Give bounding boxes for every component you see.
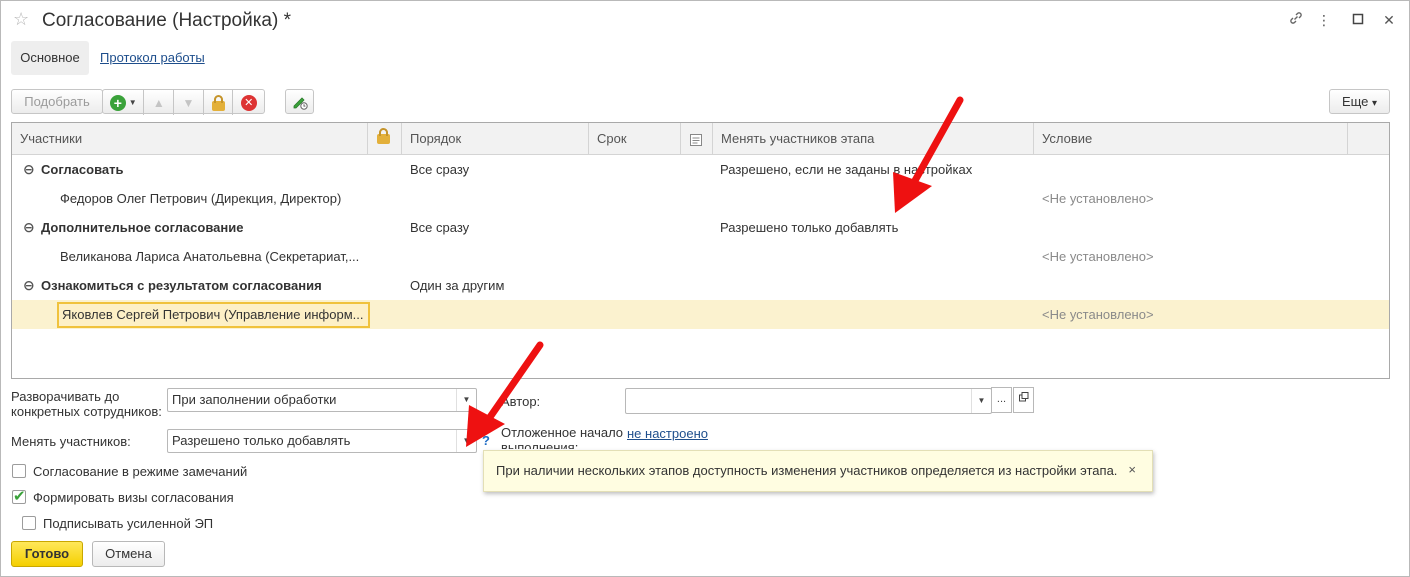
change-participants-label: Менять участников: <box>11 434 131 449</box>
more-vertical-icon[interactable]: ⋮ <box>1314 10 1334 30</box>
edit-condition-button[interactable] <box>285 89 314 114</box>
move-up-button[interactable]: ▲ <box>144 90 175 115</box>
lock-icon <box>377 128 390 144</box>
author-field[interactable]: ▼ <box>625 388 992 414</box>
participant-name: Великанова Лариса Анатольевна (Секретари… <box>60 249 360 264</box>
signature-checkbox[interactable] <box>22 516 36 530</box>
stage-name: Согласовать <box>41 162 124 177</box>
table-row[interactable]: Федоров Олег Петрович (Дирекция, Директо… <box>12 184 1389 213</box>
expand-label: Разворачивать до конкретных сотрудников: <box>11 389 162 419</box>
expand-select[interactable]: При заполнении обработки ▼ <box>167 388 477 412</box>
chevron-down-icon: ▾ <box>1372 98 1378 109</box>
collapse-icon[interactable]: ⊖ <box>23 155 35 184</box>
table-header: Участники Порядок Срок Менять участников… <box>12 123 1389 155</box>
stage-name: Ознакомиться с результатом согласования <box>41 278 322 293</box>
more-button-label: Еще <box>1341 94 1369 109</box>
info-tooltip: При наличии нескольких этапов доступност… <box>483 450 1153 492</box>
add-button[interactable]: + ▼ <box>103 90 145 115</box>
arrow-up-icon: ▲ <box>152 95 165 110</box>
pick-button[interactable]: Подобрать <box>11 89 103 114</box>
table-row[interactable]: Великанова Лариса Анатольевна (Секретари… <box>12 242 1389 271</box>
visa-checkbox[interactable] <box>12 487 26 505</box>
lock-icon <box>211 94 225 111</box>
expand-label-line1: Разворачивать до <box>11 389 120 404</box>
lock-button[interactable] <box>204 90 234 115</box>
toolbar-group: + ▼ ▲ ▼ ✕ <box>102 89 265 115</box>
visa-label[interactable]: Формировать визы согласования <box>33 490 234 505</box>
table-row[interactable]: ⊖ Ознакомиться с результатом согласовани… <box>12 271 1389 300</box>
change-participants-select[interactable]: Разрешено только добавлять ▼ <box>167 429 477 453</box>
star-icon[interactable]: ☆ <box>13 9 29 30</box>
participant-condition: <Не установлено> <box>1042 249 1154 264</box>
done-button[interactable]: Готово <box>11 541 83 567</box>
help-icon[interactable]: ? <box>482 433 490 448</box>
chevron-down-icon[interactable]: ▼ <box>456 389 476 411</box>
table-row-selected[interactable]: Яковлев Сергей Петрович (Управление инфо… <box>12 300 1389 329</box>
stage-change: Разрешено только добавлять <box>720 220 899 235</box>
remarks-mode-checkbox[interactable] <box>12 464 26 478</box>
participant-name: Федоров Олег Петрович (Дирекция, Директо… <box>60 191 342 206</box>
participant-condition: <Не установлено> <box>1042 191 1154 206</box>
close-icon[interactable]: ✕ <box>1379 10 1399 30</box>
col-term[interactable]: Срок <box>589 123 681 155</box>
remarks-mode-label[interactable]: Согласование в режиме замечаний <box>33 464 247 479</box>
participants-table[interactable]: Участники Порядок Срок Менять участников… <box>11 122 1390 379</box>
window-title: Согласование (Настройка) * <box>42 10 291 31</box>
stage-name: Дополнительное согласование <box>41 220 244 235</box>
open-button[interactable] <box>1013 387 1034 413</box>
delayed-start-label: Отложенное начало выполнения: <box>501 425 623 449</box>
author-label: Автор: <box>501 394 541 409</box>
col-change-participants[interactable]: Менять участников этапа <box>713 123 1034 155</box>
tab-work-log[interactable]: Протокол работы <box>100 50 205 65</box>
expand-value: При заполнении обработки <box>172 392 337 407</box>
add-icon: + <box>109 94 126 111</box>
move-down-button[interactable]: ▼ <box>174 90 204 115</box>
chevron-down-icon[interactable]: ▼ <box>971 389 991 413</box>
participant-name[interactable]: Яковлев Сергей Петрович (Управление инфо… <box>57 302 370 328</box>
delayed-start-label-line1: Отложенное начало <box>501 425 624 440</box>
col-order[interactable]: Порядок <box>402 123 589 155</box>
col-condition[interactable]: Условие <box>1034 123 1348 155</box>
more-button[interactable]: Еще ▾ <box>1329 89 1390 114</box>
table-row[interactable]: ⊖ Согласовать Все сразу Разрешено, если … <box>12 155 1389 184</box>
title-bar: ☆ Согласование (Настройка) * ⋮ ✕ <box>0 0 1410 40</box>
stage-order: Все сразу <box>410 162 470 177</box>
expand-label-line2: конкретных сотрудников: <box>11 404 162 419</box>
open-window-icon <box>1018 392 1028 402</box>
stage-order: Один за другим <box>410 278 505 293</box>
tab-main[interactable]: Основное <box>11 41 89 75</box>
link-icon[interactable] <box>1286 10 1306 30</box>
chevron-down-icon: ▼ <box>128 98 137 107</box>
pencil-icon <box>293 96 308 110</box>
stage-change: Разрешено, если не заданы в настройках <box>720 162 973 177</box>
delete-icon: ✕ <box>240 94 257 111</box>
table-row[interactable]: ⊖ Дополнительное согласование Все сразу … <box>12 213 1389 242</box>
chevron-down-icon[interactable]: ▼ <box>456 430 476 452</box>
delete-button[interactable]: ✕ <box>233 90 264 115</box>
col-note[interactable] <box>681 123 713 155</box>
change-participants-value: Разрешено только добавлять <box>172 433 351 448</box>
stage-order: Все сразу <box>410 220 470 235</box>
col-participants[interactable]: Участники <box>12 123 368 155</box>
cancel-button[interactable]: Отмена <box>92 541 165 567</box>
participant-condition: <Не установлено> <box>1042 307 1154 322</box>
select-button[interactable]: ... <box>991 387 1012 413</box>
close-icon[interactable]: × <box>1128 462 1136 477</box>
col-lock[interactable] <box>368 123 402 155</box>
signature-label[interactable]: Подписывать усиленной ЭП <box>43 516 213 531</box>
document-icon <box>690 133 702 146</box>
maximize-icon[interactable] <box>1348 10 1368 30</box>
delayed-start-link[interactable]: не настроено <box>627 426 708 441</box>
collapse-icon[interactable]: ⊖ <box>23 213 35 242</box>
collapse-icon[interactable]: ⊖ <box>23 271 35 300</box>
delayed-start-label-line2: выполнения: <box>501 440 579 449</box>
arrow-down-icon: ▼ <box>182 95 195 110</box>
tooltip-text: При наличии нескольких этапов доступност… <box>496 463 1118 478</box>
